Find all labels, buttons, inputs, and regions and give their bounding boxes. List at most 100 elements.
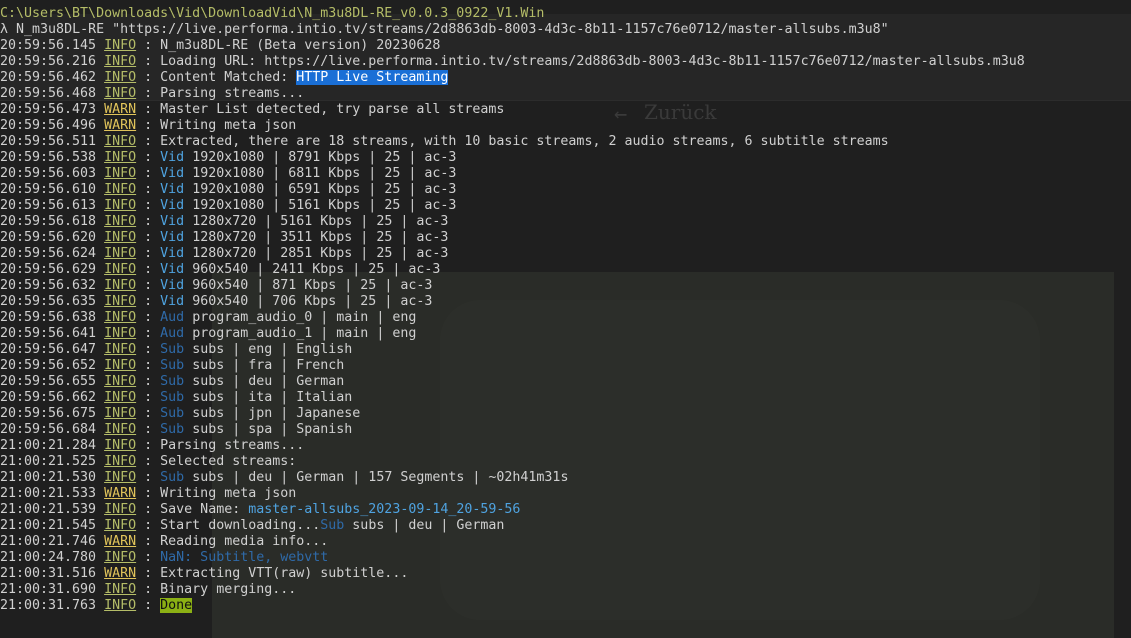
- log-line: 21:00:21.530 INFO : Sub subs | deu | Ger…: [0, 470, 569, 485]
- log-level: INFO: [104, 358, 137, 373]
- log-line: 20:59:56.635 INFO : Vid 960x540 | 706 Kb…: [0, 294, 433, 309]
- log-message: Vid: [160, 278, 185, 293]
- log-line: 21:00:21.545 INFO : Start downloading...…: [0, 518, 505, 533]
- log-message: program_audio_1 | main | eng: [184, 326, 417, 341]
- log-level: INFO: [104, 182, 137, 197]
- log-level: WARN: [104, 486, 137, 501]
- log-level: INFO: [104, 502, 137, 517]
- log-timestamp: 20:59:56.675: [0, 406, 97, 421]
- log-timestamp: 20:59:56.629: [0, 262, 97, 277]
- log-line: 20:59:56.624 INFO : Vid 1280x720 | 2851 …: [0, 246, 449, 261]
- log-timestamp: 21:00:21.284: [0, 438, 97, 453]
- log-timestamp: 20:59:56.462: [0, 70, 97, 85]
- log-line: 20:59:56.468 INFO : Parsing streams...: [0, 86, 305, 101]
- log-timestamp: 20:59:56.620: [0, 230, 97, 245]
- log-level: INFO: [104, 310, 137, 325]
- log-timestamp: 21:00:21.539: [0, 502, 97, 517]
- log-level: INFO: [104, 150, 137, 165]
- log-timestamp: 20:59:56.496: [0, 118, 97, 133]
- log-message: Done: [160, 598, 193, 613]
- log-message: Writing meta json: [160, 486, 297, 501]
- log-level: INFO: [104, 374, 137, 389]
- log-level: INFO: [104, 598, 137, 613]
- log-message: Loading URL: https://live.performa.intio…: [160, 54, 1025, 69]
- log-level: INFO: [104, 54, 137, 69]
- log-message: Vid: [160, 294, 185, 309]
- log-level: WARN: [104, 534, 137, 549]
- log-level: INFO: [104, 230, 137, 245]
- log-timestamp: 20:59:56.610: [0, 182, 97, 197]
- log-level: INFO: [104, 326, 137, 341]
- log-line: 20:59:56.620 INFO : Vid 1280x720 | 3511 …: [0, 230, 449, 245]
- log-timestamp: 21:00:31.516: [0, 566, 97, 581]
- log-message: subs | jpn | Japanese: [184, 406, 361, 421]
- log-timestamp: 21:00:24.780: [0, 550, 97, 565]
- log-timestamp: 20:59:56.635: [0, 294, 97, 309]
- log-message: 1920x1080 | 8791 Kbps | 25 | ac-3: [184, 150, 457, 165]
- log-line: 20:59:56.145 INFO : N_m3u8DL-RE (Beta ve…: [0, 38, 441, 53]
- log-line: 20:59:56.603 INFO : Vid 1920x1080 | 6811…: [0, 166, 457, 181]
- prompt-symbol: λ: [0, 22, 9, 37]
- log-line: 21:00:21.539 INFO : Save Name: master-al…: [0, 502, 521, 517]
- log-line: 21:00:21.746 WARN : Reading media info..…: [0, 534, 329, 549]
- log-message: 1920x1080 | 6811 Kbps | 25 | ac-3: [184, 166, 457, 181]
- log-line: 21:00:31.690 INFO : Binary merging...: [0, 582, 297, 597]
- log-timestamp: 20:59:56.638: [0, 310, 97, 325]
- log-level: INFO: [104, 406, 137, 421]
- log-level: INFO: [104, 454, 137, 469]
- log-timestamp: 20:59:56.647: [0, 342, 97, 357]
- log-line: 20:59:56.216 INFO : Loading URL: https:/…: [0, 54, 1025, 69]
- log-message: 960x540 | 2411 Kbps | 25 | ac-3: [184, 262, 441, 277]
- log-timestamp: 20:59:56.468: [0, 86, 97, 101]
- log-timestamp: 20:59:56.652: [0, 358, 97, 373]
- log-line: 21:00:21.525 INFO : Selected streams:: [0, 454, 297, 469]
- log-message: Parsing streams...: [160, 86, 305, 101]
- log-message: 1280x720 | 3511 Kbps | 25 | ac-3: [184, 230, 449, 245]
- terminal-window[interactable]: C:\Users\BT\Downloads\Vid\DownloadVid\N_…: [0, 0, 1131, 638]
- log-level: INFO: [104, 550, 137, 565]
- log-message: Sub: [160, 358, 185, 373]
- log-timestamp: 21:00:31.690: [0, 582, 97, 597]
- log-line: 20:59:56.632 INFO : Vid 960x540 | 871 Kb…: [0, 278, 433, 293]
- log-message: subs | deu | German | 157 Segments | ~02…: [184, 470, 569, 485]
- log-message: Vid: [160, 262, 185, 277]
- log-level: INFO: [104, 38, 137, 53]
- command-line: λ N_m3u8DL-RE "https://live.performa.int…: [0, 22, 889, 38]
- log-timestamp: 20:59:56.662: [0, 390, 97, 405]
- log-message: Sub: [160, 374, 185, 389]
- log-timestamp: 20:59:56.145: [0, 38, 97, 53]
- log-timestamp: 20:59:56.641: [0, 326, 97, 341]
- log-message: subs | spa | Spanish: [184, 422, 353, 437]
- log-message: 1280x720 | 2851 Kbps | 25 | ac-3: [184, 246, 449, 261]
- log-message: Start downloading...: [160, 518, 321, 533]
- log-message: Selected streams:: [160, 454, 297, 469]
- current-path: C:\Users\BT\Downloads\Vid\DownloadVid\N_…: [0, 6, 545, 21]
- command-text: N_m3u8DL-RE "https://live.performa.intio…: [16, 22, 889, 37]
- log-message: Sub: [160, 342, 185, 357]
- log-message: Master List detected, try parse all stre…: [160, 102, 505, 117]
- log-level: INFO: [104, 518, 137, 533]
- log-timestamp: 20:59:56.603: [0, 166, 97, 181]
- log-level: INFO: [104, 86, 137, 101]
- log-message: Content Matched:: [160, 70, 297, 85]
- log-message: Vid: [160, 230, 185, 245]
- log-timestamp: 20:59:56.473: [0, 102, 97, 117]
- log-message: 960x540 | 871 Kbps | 25 | ac-3: [184, 278, 433, 293]
- log-line: 21:00:31.763 INFO : Done: [0, 598, 193, 613]
- log-message: Writing meta json: [160, 118, 297, 133]
- log-line: 20:59:56.647 INFO : Sub subs | eng | Eng…: [0, 342, 353, 357]
- log-line: 20:59:56.684 INFO : Sub subs | spa | Spa…: [0, 422, 353, 437]
- log-message: Vid: [160, 166, 185, 181]
- log-level: INFO: [104, 214, 137, 229]
- log-level: INFO: [104, 422, 137, 437]
- log-line: 21:00:21.284 INFO : Parsing streams...: [0, 438, 305, 453]
- log-line: 20:59:56.641 INFO : Aud program_audio_1 …: [0, 326, 417, 341]
- log-message: Extracting VTT(raw) subtitle...: [160, 566, 409, 581]
- log-level: WARN: [104, 566, 137, 581]
- log-message: HTTP Live Streaming: [296, 70, 449, 85]
- log-message: Vid: [160, 198, 185, 213]
- log-level: INFO: [104, 390, 137, 405]
- log-message: Sub: [160, 422, 185, 437]
- log-level: INFO: [104, 438, 137, 453]
- log-message: Binary merging...: [160, 582, 297, 597]
